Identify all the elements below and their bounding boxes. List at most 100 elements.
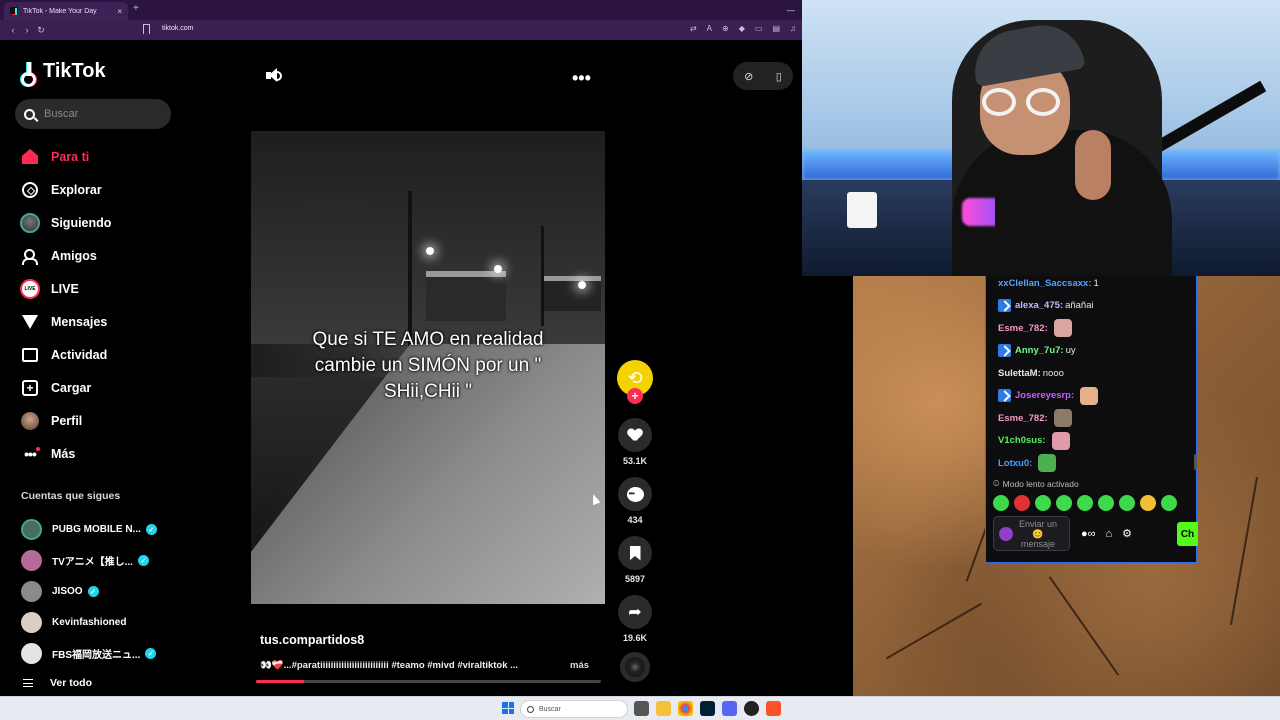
- browser-tab[interactable]: TikTok - Make Your Day ×: [4, 2, 128, 20]
- forward-icon[interactable]: ›: [20, 25, 34, 35]
- emote-button[interactable]: [1098, 495, 1114, 511]
- discord-icon[interactable]: [722, 701, 737, 716]
- gear-icon[interactable]: ⚙: [1122, 527, 1132, 540]
- chat-username[interactable]: Anny_7u7:: [1015, 345, 1064, 356]
- like-button[interactable]: 53.1K: [617, 418, 653, 466]
- video-house: [426, 271, 506, 321]
- chat-message: SulettaM: nooo: [998, 362, 1193, 385]
- sidebar-item-para-ti[interactable]: Para ti: [20, 140, 180, 173]
- chat-username[interactable]: alexa_475:: [1015, 300, 1063, 311]
- compass-mode-icon[interactable]: ⊘: [744, 70, 753, 83]
- brave-icon[interactable]: [766, 701, 781, 716]
- address-bar-row: ‹ › ↻ tiktok.com ⇄ A ⊕ ◆ ▭ ▤ ♫: [0, 20, 802, 40]
- chat-message: V1ch0sus:: [998, 430, 1193, 453]
- emote-button[interactable]: [1014, 495, 1030, 511]
- sidebar-item-live[interactable]: LIVE LIVE: [20, 272, 180, 305]
- bookmark-icon: [629, 545, 641, 561]
- share-button[interactable]: ➦ 19.6K: [617, 595, 653, 643]
- see-all-link[interactable]: Ver todo: [23, 677, 92, 689]
- slow-mode-notice: ⏲ Modo lento activado: [993, 478, 1079, 489]
- emoji-icon[interactable]: ●∞: [1081, 528, 1096, 540]
- search-input[interactable]: [44, 108, 154, 120]
- subscriber-badge-icon: [998, 344, 1011, 358]
- chat-message: Lotxu0:: [998, 452, 1193, 475]
- account-name: Kevinfashioned: [52, 617, 127, 628]
- url-field[interactable]: tiktok.com: [162, 25, 194, 32]
- minimize-button[interactable]: —: [780, 0, 802, 20]
- emote-button[interactable]: [1077, 495, 1093, 511]
- obs-icon[interactable]: [744, 701, 759, 716]
- chat-scrollbar[interactable]: [1194, 454, 1197, 470]
- translate-icon[interactable]: A: [707, 24, 712, 33]
- photoshop-icon[interactable]: [700, 701, 715, 716]
- chat-emote-icon: [1053, 409, 1072, 428]
- task-view-icon[interactable]: [634, 701, 649, 716]
- tab-title: TikTok - Make Your Day: [23, 7, 97, 15]
- chat-username[interactable]: Lotxu0:: [998, 458, 1032, 469]
- sidebar-item-mensajes[interactable]: Mensajes: [20, 305, 180, 338]
- more-options-icon[interactable]: •••: [572, 68, 591, 89]
- comment-button[interactable]: 434: [617, 477, 653, 525]
- chrome-icon[interactable]: [678, 701, 693, 716]
- chat-username[interactable]: xxClellan_Saccsaxx:: [998, 278, 1091, 289]
- video-progress-bar[interactable]: [256, 680, 601, 683]
- sidebar-item-perfil[interactable]: Perfil: [20, 404, 180, 437]
- taskbar-search[interactable]: Buscar: [520, 700, 628, 718]
- chat-username[interactable]: SulettaM:: [998, 368, 1041, 379]
- emote-button[interactable]: [1035, 495, 1051, 511]
- follow-plus-button[interactable]: +: [627, 388, 643, 404]
- sidebar-item-siguiendo[interactable]: Siguiendo: [20, 206, 180, 239]
- reload-icon[interactable]: ↻: [34, 25, 48, 36]
- following-account-item[interactable]: PUBG MOBILE N... ✓: [21, 514, 181, 545]
- more-link[interactable]: más: [570, 660, 589, 671]
- sidebar-item-cargar[interactable]: + Cargar: [20, 371, 180, 404]
- sidebar-item-mas[interactable]: ••• Más: [20, 437, 180, 470]
- chat-input[interactable]: Enviar un 😊 mensaje: [993, 516, 1070, 551]
- close-tab-icon[interactable]: ×: [117, 7, 122, 16]
- chat-emote-icon: [1053, 319, 1072, 338]
- sidebar-icon[interactable]: ▭: [755, 24, 763, 33]
- following-section-title: Cuentas que sigues: [21, 490, 121, 502]
- chat-username[interactable]: Esme_782:: [998, 413, 1048, 424]
- emote-button[interactable]: [1161, 495, 1177, 511]
- shield-icon[interactable]: ◆: [739, 24, 745, 33]
- sidebar-item-actividad[interactable]: Actividad: [20, 338, 180, 371]
- music-icon[interactable]: ♫: [790, 24, 796, 33]
- cast-icon[interactable]: ⇄: [690, 24, 697, 33]
- sidebar-menu: Para ti Explorar Siguiendo Amigos LIVE L…: [20, 140, 180, 470]
- description-text: 👀❤️‍🩹...#paratiiiiiiiiiiiiiiiiiiiiiiiiii…: [260, 660, 519, 671]
- chat-send-button[interactable]: Ch: [1177, 522, 1198, 546]
- sidebar-item-explorar[interactable]: Explorar: [20, 173, 180, 206]
- store-icon[interactable]: ⌂: [1106, 528, 1113, 540]
- following-account-item[interactable]: TVアニメ【推し... ✓: [21, 545, 181, 576]
- video-author[interactable]: tus.compartidos8: [260, 633, 364, 647]
- device-icon[interactable]: ▯: [776, 70, 782, 83]
- save-button[interactable]: 5897: [617, 536, 653, 584]
- bookmark-icon[interactable]: [143, 24, 150, 34]
- video-player[interactable]: Que si TE AMO en realidad cambie un SIMÓ…: [251, 131, 605, 604]
- sidebar-item-amigos[interactable]: Amigos: [20, 239, 180, 272]
- tiktok-logo[interactable]: TikTok: [21, 60, 106, 87]
- emote-button[interactable]: [1056, 495, 1072, 511]
- emote-button[interactable]: [993, 495, 1009, 511]
- zoom-icon[interactable]: ⊕: [722, 24, 729, 33]
- chat-username[interactable]: Esme_782:: [998, 323, 1048, 334]
- wallet-icon[interactable]: ▤: [772, 24, 780, 33]
- emote-button[interactable]: [1119, 495, 1135, 511]
- following-account-item[interactable]: FBS福岡放送ニュ... ✓: [21, 638, 181, 669]
- following-account-item[interactable]: Kevinfashioned: [21, 607, 181, 638]
- search-box[interactable]: [15, 99, 171, 129]
- file-explorer-icon[interactable]: [656, 701, 671, 716]
- tiktok-favicon-icon: [10, 7, 18, 15]
- new-tab-button[interactable]: +: [133, 3, 139, 14]
- mic-icon[interactable]: [999, 526, 1013, 541]
- chat-username[interactable]: Josereyesrp:: [1015, 390, 1074, 401]
- music-disc-icon[interactable]: [620, 652, 650, 682]
- windows-start-icon[interactable]: [502, 702, 514, 714]
- chat-message: Esme_782:: [998, 317, 1193, 340]
- chat-username[interactable]: V1ch0sus:: [998, 435, 1046, 446]
- back-icon[interactable]: ‹: [6, 25, 20, 35]
- emote-button[interactable]: [1140, 495, 1156, 511]
- compass-icon: [20, 180, 40, 200]
- following-account-item[interactable]: JISOO ✓: [21, 576, 181, 607]
